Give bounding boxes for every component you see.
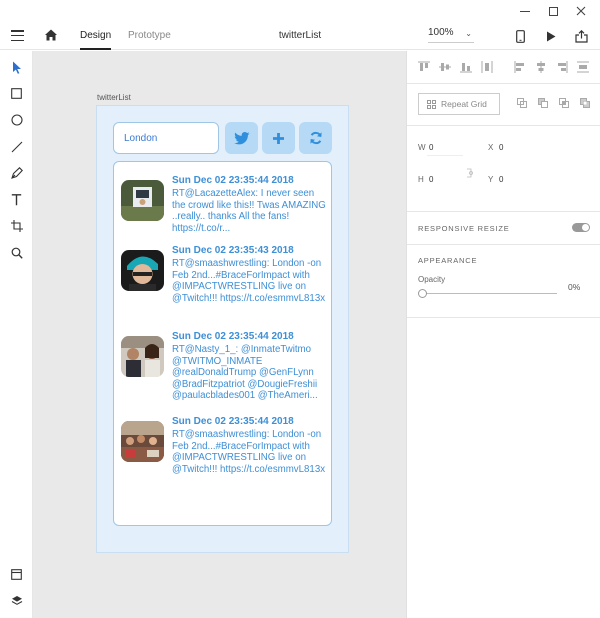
responsive-resize-label: RESPONSIVE RESIZE: [418, 224, 510, 233]
zoom-dropdown[interactable]: 100% ⌄: [428, 27, 474, 43]
boolean-intersect-icon[interactable]: [559, 98, 569, 108]
chevron-down-icon: ⌄: [465, 29, 472, 38]
repeat-grid-icon: [427, 100, 436, 109]
opacity-value[interactable]: 0%: [568, 282, 580, 292]
tweet-text: RT@Nasty_1_: @InmateTwitmo @TWITMO_INMAT…: [172, 344, 330, 402]
tab-design[interactable]: Design: [80, 30, 111, 41]
tweet-date: Sun Dec 02 23:35:44 2018: [172, 175, 294, 186]
search-value: London: [124, 133, 157, 144]
repeat-grid-label: Repeat Grid: [441, 99, 487, 109]
line-tool-icon[interactable]: [9, 139, 24, 154]
close-icon: [576, 6, 586, 16]
align-bottom-icon[interactable]: [460, 61, 472, 73]
refresh-icon: [309, 131, 323, 145]
distribute-horizontal-icon[interactable]: [577, 61, 589, 73]
x-label: X: [488, 143, 493, 152]
appearance-section-title: APPEARANCE: [418, 256, 477, 265]
rectangle-tool-icon[interactable]: [9, 86, 24, 101]
align-middle-icon[interactable]: [439, 61, 451, 73]
hamburger-menu-icon[interactable]: [11, 30, 24, 41]
alignment-toolbar: [407, 51, 600, 84]
window-titlebar: [0, 0, 600, 22]
y-field[interactable]: 0: [499, 175, 503, 184]
tweet-date: Sun Dec 02 23:35:44 2018: [172, 416, 294, 427]
boolean-add-icon[interactable]: [517, 98, 527, 108]
avatar: [121, 336, 164, 377]
zoom-tool-icon[interactable]: [9, 245, 24, 260]
refresh-button[interactable]: [299, 122, 332, 154]
ellipse-tool-icon[interactable]: [9, 112, 24, 127]
minimize-icon: [520, 11, 530, 12]
lock-aspect-icon[interactable]: [467, 168, 475, 178]
avatar: [121, 421, 164, 462]
divider: [407, 244, 600, 245]
tweet-text: RT@smaashwrestling: London -on Feb 2nd..…: [172, 258, 330, 304]
app-toolbar: Design Prototype twitterList 100% ⌄: [0, 22, 600, 50]
tweet-date: Sun Dec 02 23:35:44 2018: [172, 331, 294, 342]
boolean-subtract-icon[interactable]: [538, 98, 548, 108]
width-label: W: [418, 143, 426, 152]
share-icon[interactable]: [574, 29, 588, 43]
plus-icon: [272, 132, 285, 145]
x-field[interactable]: 0: [499, 143, 503, 152]
height-label: H: [418, 175, 424, 184]
tweet-text: RT@smaashwrestling: London -on Feb 2nd..…: [172, 429, 330, 475]
align-right-icon[interactable]: [556, 61, 568, 73]
mobile-preview-icon[interactable]: [513, 29, 527, 43]
artboard-tool-icon[interactable]: [9, 218, 24, 233]
layers-icon[interactable]: [9, 593, 24, 608]
artboard-label[interactable]: twitterList: [97, 93, 131, 102]
align-center-icon[interactable]: [535, 61, 547, 73]
property-inspector: Repeat Grid W 0 X 0 H 0 Y 0 RESPONSIVE R…: [406, 51, 600, 618]
minimize-button[interactable]: [510, 0, 540, 22]
search-input[interactable]: London: [113, 122, 219, 154]
distribute-vertical-icon[interactable]: [481, 61, 493, 73]
divider: [407, 317, 600, 318]
twitter-bird-icon: [234, 132, 250, 145]
boolean-exclude-icon[interactable]: [580, 98, 590, 108]
size-field-underlines: [427, 155, 467, 185]
text-tool-icon[interactable]: [9, 192, 24, 207]
avatar: [121, 180, 164, 221]
tweet-date: Sun Dec 02 23:35:43 2018: [172, 245, 294, 256]
divider: [407, 125, 600, 126]
responsive-resize-toggle[interactable]: [572, 223, 590, 232]
opacity-slider-handle[interactable]: [418, 289, 427, 298]
avatar: [121, 250, 164, 291]
home-icon[interactable]: [44, 28, 58, 42]
maximize-icon: [549, 7, 558, 16]
twitter-button[interactable]: [225, 122, 258, 154]
tweet-list[interactable]: Sun Dec 02 23:35:44 2018 RT@LacazetteAle…: [113, 161, 332, 526]
tab-prototype[interactable]: Prototype: [128, 30, 171, 41]
opacity-label: Opacity: [418, 275, 445, 284]
align-top-icon[interactable]: [418, 61, 430, 73]
width-field[interactable]: 0: [429, 143, 433, 152]
assets-icon[interactable]: [9, 567, 24, 582]
close-button[interactable]: [566, 0, 596, 22]
pen-tool-icon[interactable]: [9, 165, 24, 180]
tweet-text: RT@LacazetteAlex: I never seen the crowd…: [172, 188, 330, 234]
opacity-slider[interactable]: [421, 293, 557, 294]
zoom-value: 100%: [428, 27, 454, 38]
play-icon[interactable]: [544, 29, 558, 43]
repeat-grid-button[interactable]: Repeat Grid: [418, 93, 500, 115]
tools-sidebar: [0, 51, 33, 618]
y-label: Y: [488, 175, 493, 184]
maximize-button[interactable]: [538, 0, 568, 22]
align-left-icon[interactable]: [514, 61, 526, 73]
select-tool-icon[interactable]: [9, 60, 24, 75]
divider: [407, 211, 600, 212]
add-button[interactable]: [262, 122, 295, 154]
